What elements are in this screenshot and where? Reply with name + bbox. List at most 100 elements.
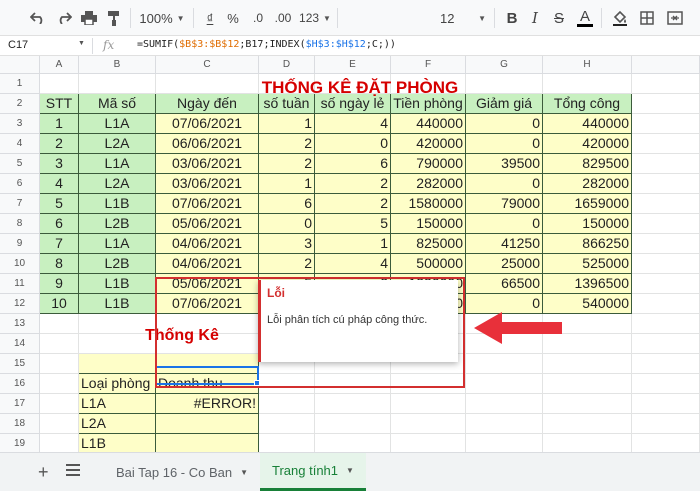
select-all-corner[interactable]	[0, 56, 40, 74]
table-header-cell[interactable]: Mã số	[79, 94, 156, 114]
cell[interactable]	[315, 434, 391, 454]
table-cell[interactable]: 25000	[466, 254, 543, 274]
cell[interactable]	[259, 394, 315, 414]
table-cell[interactable]: 440000	[391, 114, 466, 134]
cell[interactable]	[543, 74, 632, 94]
row-header[interactable]: 1	[0, 74, 40, 94]
table-cell[interactable]: 04/06/2021	[156, 234, 259, 254]
more-formats-select[interactable]: 123 ▼	[299, 7, 331, 29]
table-cell[interactable]: 9	[40, 274, 79, 294]
cell[interactable]	[632, 254, 700, 274]
cell[interactable]	[40, 334, 79, 354]
cell[interactable]	[632, 194, 700, 214]
table-cell[interactable]: 2	[315, 194, 391, 214]
table-cell[interactable]: 3	[259, 234, 315, 254]
chevron-down-icon[interactable]: ▼	[78, 40, 85, 47]
table-cell[interactable]: 0	[466, 134, 543, 154]
cell[interactable]	[632, 414, 700, 434]
table-cell[interactable]: 420000	[391, 134, 466, 154]
table-cell[interactable]: 1	[40, 114, 79, 134]
cell[interactable]	[391, 414, 466, 434]
undo-icon[interactable]	[28, 7, 48, 29]
table-cell[interactable]: 0	[466, 114, 543, 134]
column-header[interactable]: B	[79, 56, 156, 74]
cell[interactable]	[632, 114, 700, 134]
cell[interactable]	[391, 394, 466, 414]
stats-type-cell[interactable]: L1A	[79, 394, 156, 414]
increase-decimal-button[interactable]: .00	[272, 7, 294, 29]
table-cell[interactable]: 6	[315, 154, 391, 174]
table-header-cell[interactable]: Giảm giá	[466, 94, 543, 114]
cell[interactable]	[315, 394, 391, 414]
tab-trang-tinh1[interactable]: Trang tính1 ▼	[260, 453, 366, 491]
row-header[interactable]: 16	[0, 374, 40, 394]
table-cell[interactable]: L1A	[79, 234, 156, 254]
table-header-cell[interactable]: STT	[40, 94, 79, 114]
cell[interactable]	[632, 234, 700, 254]
stats-header-cell[interactable]: Loại phòng	[79, 374, 156, 394]
cell[interactable]	[543, 374, 632, 394]
font-size-select[interactable]: 12 ▼	[440, 7, 486, 29]
zoom-select[interactable]: 100% ▼	[139, 7, 185, 29]
row-header[interactable]: 15	[0, 354, 40, 374]
table-cell[interactable]: 5	[40, 194, 79, 214]
fill-color-icon[interactable]	[611, 7, 629, 29]
row-header[interactable]: 9	[0, 234, 40, 254]
add-sheet-button[interactable]: +	[38, 462, 49, 483]
cell[interactable]	[632, 434, 700, 454]
table-cell[interactable]: 7	[40, 234, 79, 254]
table-cell[interactable]: 2	[40, 134, 79, 154]
cell[interactable]	[632, 354, 700, 374]
table-cell[interactable]: 07/06/2021	[156, 114, 259, 134]
cell[interactable]	[632, 334, 700, 354]
cell[interactable]	[79, 74, 156, 94]
row-header[interactable]: 3	[0, 114, 40, 134]
column-header[interactable]: A	[40, 56, 79, 74]
table-cell[interactable]: L2B	[79, 254, 156, 274]
table-cell[interactable]: 6	[259, 194, 315, 214]
column-header[interactable]	[632, 56, 700, 74]
column-header[interactable]: E	[315, 56, 391, 74]
table-cell[interactable]: 1580000	[391, 194, 466, 214]
percent-format-button[interactable]: %	[226, 7, 240, 29]
cell[interactable]	[315, 414, 391, 434]
table-cell[interactable]: 8	[40, 254, 79, 274]
table-cell[interactable]: 05/06/2021	[156, 214, 259, 234]
table-cell[interactable]: 525000	[543, 254, 632, 274]
table-cell[interactable]: 150000	[391, 214, 466, 234]
cell[interactable]	[632, 314, 700, 334]
table-cell[interactable]: 0	[259, 214, 315, 234]
stats-revenue-cell[interactable]: #ERROR!	[156, 394, 259, 414]
cell[interactable]	[466, 394, 543, 414]
table-cell[interactable]: 03/06/2021	[156, 174, 259, 194]
borders-icon[interactable]	[638, 7, 656, 29]
cell[interactable]	[466, 434, 543, 454]
row-header[interactable]: 13	[0, 314, 40, 334]
cell[interactable]	[259, 434, 315, 454]
cell[interactable]	[40, 314, 79, 334]
table-cell[interactable]: 1	[259, 174, 315, 194]
cell[interactable]	[543, 394, 632, 414]
table-cell[interactable]: 07/06/2021	[156, 194, 259, 214]
table-cell[interactable]: L2A	[79, 134, 156, 154]
cell[interactable]	[466, 414, 543, 434]
merge-cells-icon[interactable]	[664, 7, 686, 29]
bold-button[interactable]: B	[504, 7, 520, 29]
stats-revenue-cell[interactable]	[156, 414, 259, 434]
table-header-cell[interactable]: Ngày đến	[156, 94, 259, 114]
table-cell[interactable]: 41250	[466, 234, 543, 254]
all-sheets-icon[interactable]	[66, 464, 80, 479]
cell[interactable]	[40, 394, 79, 414]
cell[interactable]	[40, 354, 79, 374]
table-header-cell[interactable]: Tổng công	[543, 94, 632, 114]
table-cell[interactable]: L1B	[79, 294, 156, 314]
table-cell[interactable]: 829500	[543, 154, 632, 174]
column-header[interactable]: D	[259, 56, 315, 74]
cell[interactable]	[543, 414, 632, 434]
cell[interactable]	[632, 374, 700, 394]
table-cell[interactable]: 440000	[543, 114, 632, 134]
table-cell[interactable]: 06/06/2021	[156, 134, 259, 154]
row-header[interactable]: 5	[0, 154, 40, 174]
table-cell[interactable]: 03/06/2021	[156, 154, 259, 174]
redo-icon[interactable]	[54, 7, 74, 29]
